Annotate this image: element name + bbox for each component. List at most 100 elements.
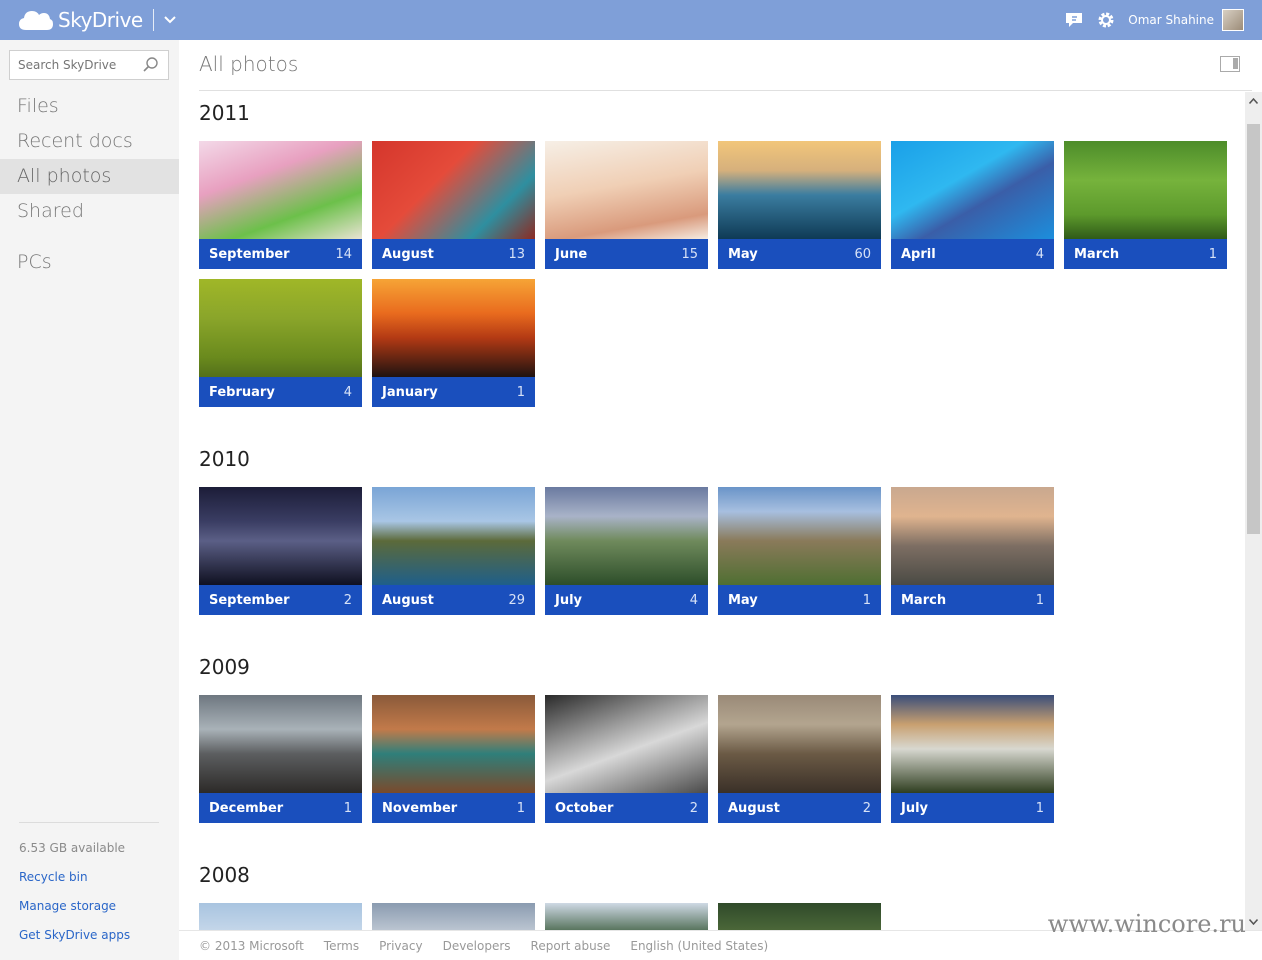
album-tile[interactable]: July 4 (545, 487, 708, 615)
album-count: 14 (335, 246, 352, 262)
album-thumbnail (372, 279, 535, 377)
album-caption-bar: September 14 (199, 239, 362, 269)
album-tile[interactable]: September 14 (199, 141, 362, 269)
album-month: August (382, 592, 434, 608)
album-tile[interactable]: May 1 (718, 487, 881, 615)
header-actions: Omar Shahine (1064, 0, 1244, 40)
sidebar-divider (19, 822, 159, 823)
search-icon[interactable] (142, 56, 160, 74)
scrollbar[interactable] (1245, 92, 1262, 930)
brand[interactable]: SkyDrive (18, 5, 178, 35)
page-title: All photos (199, 52, 299, 76)
album-tile[interactable]: April 4 (891, 141, 1054, 269)
album-tile[interactable]: June 15 (545, 141, 708, 269)
sidebar-item-recent-docs[interactable]: Recent docs (0, 124, 179, 159)
album-tile[interactable]: July 1 (891, 695, 1054, 823)
album-month: August (382, 246, 434, 262)
album-month: September (209, 246, 290, 262)
album-count: 1 (516, 384, 525, 400)
album-tile[interactable]: March 1 (891, 487, 1054, 615)
album-tile[interactable] (718, 903, 881, 930)
album-caption-bar: July 4 (545, 585, 708, 615)
privacy-link[interactable]: Privacy (379, 939, 422, 953)
album-tile[interactable]: August 2 (718, 695, 881, 823)
cloud-logo-icon (19, 11, 53, 30)
album-thumbnail (199, 279, 362, 377)
sidebar-item-all-photos[interactable]: All photos (0, 159, 179, 194)
album-count: 1 (1208, 246, 1217, 262)
album-tile[interactable]: February 4 (199, 279, 362, 407)
recycle-bin-link[interactable]: Recycle bin (19, 870, 179, 884)
sidebar-item-files[interactable]: Files (0, 89, 179, 124)
avatar[interactable] (1222, 9, 1244, 31)
album-month: May (728, 592, 758, 608)
search-box (9, 50, 169, 80)
album-thumbnail (891, 487, 1054, 585)
album-caption-bar: May 60 (718, 239, 881, 269)
brand-divider (152, 9, 154, 31)
sidebar-item-pcs[interactable]: PCs (0, 245, 179, 280)
album-caption-bar: August 13 (372, 239, 535, 269)
album-month: February (209, 384, 275, 400)
album-thumbnail (718, 903, 881, 930)
album-tile[interactable]: May 60 (718, 141, 881, 269)
album-caption-bar: December 1 (199, 793, 362, 823)
get-apps-link[interactable]: Get SkyDrive apps (19, 928, 179, 942)
manage-storage-link[interactable]: Manage storage (19, 899, 179, 913)
album-thumbnail (545, 903, 708, 930)
album-tile[interactable]: September 2 (199, 487, 362, 615)
album-tile[interactable] (372, 903, 535, 930)
sidebar-item-shared[interactable]: Shared (0, 194, 179, 229)
chevron-down-icon[interactable] (162, 12, 178, 28)
album-caption-bar: January 1 (372, 377, 535, 407)
album-month: April (901, 246, 936, 262)
album-month: August (728, 800, 780, 816)
gear-icon[interactable] (1096, 10, 1116, 30)
album-caption-bar: July 1 (891, 793, 1054, 823)
album-month: March (901, 592, 947, 608)
album-count: 4 (1035, 246, 1044, 262)
album-caption-bar: October 2 (545, 793, 708, 823)
album-caption-bar: April 4 (891, 239, 1054, 269)
album-tile[interactable]: December 1 (199, 695, 362, 823)
developers-link[interactable]: Developers (443, 939, 511, 953)
scrollbar-thumb[interactable] (1247, 124, 1260, 534)
album-tile[interactable]: January 1 (372, 279, 535, 407)
copyright: © 2013 Microsoft (199, 938, 304, 953)
details-pane-toggle[interactable] (1220, 56, 1240, 72)
album-count: 1 (1035, 800, 1044, 816)
album-thumbnail (718, 695, 881, 793)
album-tile[interactable] (545, 903, 708, 930)
album-tile[interactable]: August 13 (372, 141, 535, 269)
chat-icon[interactable] (1064, 10, 1084, 30)
album-count: 2 (689, 800, 698, 816)
report-abuse-link[interactable]: Report abuse (531, 939, 611, 953)
album-tile[interactable]: March 1 (1064, 141, 1227, 269)
album-tile[interactable]: August 29 (372, 487, 535, 615)
album-thumbnail (718, 487, 881, 585)
language-link[interactable]: English (United States) (630, 939, 768, 953)
album-count: 60 (854, 246, 871, 262)
year-heading: 2008 (199, 863, 250, 887)
album-count: 1 (862, 592, 871, 608)
album-tile[interactable] (199, 903, 362, 930)
top-bar: SkyDrive Omar Shahine (0, 0, 1262, 40)
album-count: 1 (1035, 592, 1044, 608)
year-heading: 2009 (199, 655, 250, 679)
album-month: September (209, 592, 290, 608)
sidebar: Files Recent docs All photos Shared PCs … (0, 40, 179, 960)
app-name: SkyDrive (58, 8, 143, 32)
user-name[interactable]: Omar Shahine (1128, 13, 1214, 27)
terms-link[interactable]: Terms (324, 939, 359, 953)
album-thumbnail (718, 141, 881, 239)
search-input[interactable] (10, 58, 138, 72)
scroll-up-arrow-icon[interactable] (1245, 92, 1262, 109)
album-thumbnail (199, 903, 362, 930)
album-caption-bar: November 1 (372, 793, 535, 823)
album-tile[interactable]: October 2 (545, 695, 708, 823)
scroll-down-arrow-icon[interactable] (1245, 913, 1262, 930)
album-count: 15 (681, 246, 698, 262)
album-caption-bar: February 4 (199, 377, 362, 407)
album-tile[interactable]: November 1 (372, 695, 535, 823)
album-caption-bar: September 2 (199, 585, 362, 615)
